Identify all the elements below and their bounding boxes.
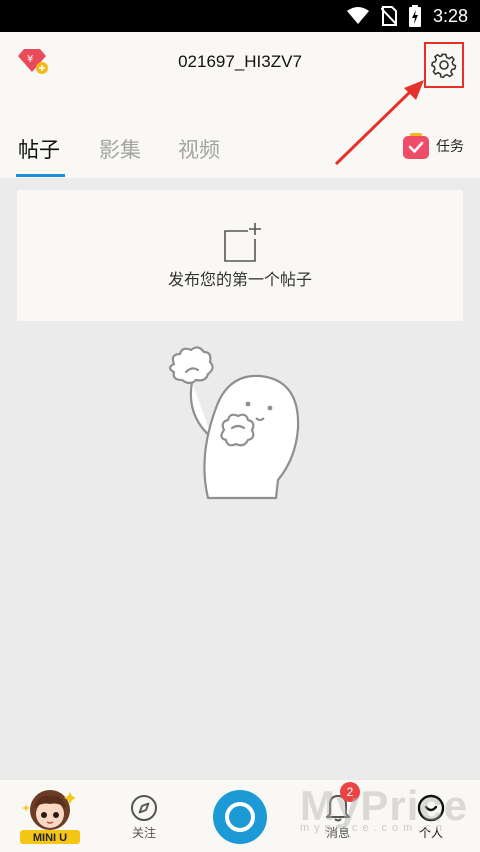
content-tabs: 帖子 影集 视频 任务 [0, 128, 480, 178]
username: 021697_HI3ZV7 [178, 52, 302, 71]
compass-icon [131, 795, 157, 821]
camera-button[interactable] [213, 790, 267, 844]
nav-profile[interactable]: 个人 [411, 780, 451, 852]
bottom-nav: MINI U 关注 消息 2 个人 [0, 780, 480, 852]
mini-u-mascot-icon[interactable]: MINI U [18, 784, 82, 846]
task-label: 任务 [436, 139, 464, 155]
empty-state-illustration [168, 346, 300, 500]
task-button[interactable]: 任务 [402, 132, 464, 160]
camera-icon [225, 802, 255, 832]
nav-follow-label: 关注 [131, 826, 156, 840]
tab-posts[interactable]: 帖子 [18, 134, 60, 164]
gear-icon [431, 53, 457, 78]
new-post-plus-icon [224, 223, 261, 262]
status-icons: 3:28 [346, 0, 468, 32]
nav-profile-label: 个人 [418, 826, 443, 840]
clock: 3:28 [432, 5, 468, 26]
tab-videos[interactable]: 视频 [178, 134, 220, 164]
create-post-label: 发布您的第一个帖子 [167, 270, 312, 289]
messages-badge: 2 [340, 782, 360, 802]
settings-button[interactable] [424, 42, 464, 88]
battery-charging-icon [408, 5, 421, 27]
profile-smile-icon [417, 794, 445, 822]
tab-albums[interactable]: 影集 [99, 134, 141, 164]
mascot-label: MINI U [33, 832, 67, 844]
create-first-post-card[interactable]: 发布您的第一个帖子 [17, 190, 463, 321]
wifi-icon [346, 7, 369, 24]
no-sim-icon [380, 6, 397, 26]
nav-messages-label: 消息 [325, 826, 350, 840]
nav-follow[interactable]: 关注 [124, 780, 164, 852]
task-calendar-icon [403, 133, 429, 159]
active-tab-indicator [16, 174, 65, 177]
nav-messages[interactable]: 消息 2 [318, 780, 360, 852]
status-bar: 3:28 [0, 0, 480, 32]
profile-header: ¥ 021697_HI3ZV7 帖子 影集 视频 任务 [0, 32, 480, 178]
